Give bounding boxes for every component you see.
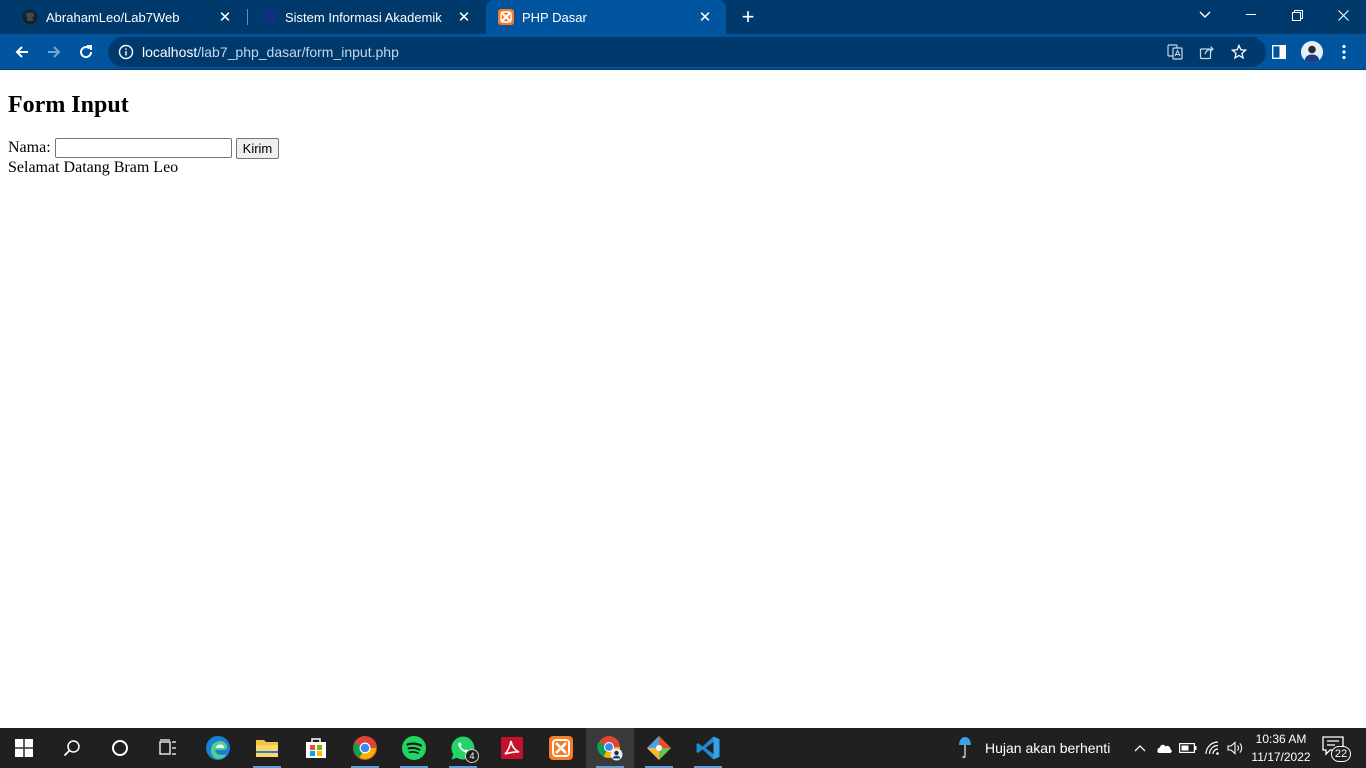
notification-count-badge: 22 [1331, 746, 1351, 762]
clock[interactable]: 10:36 AM 11/17/2022 [1246, 730, 1316, 766]
name-input[interactable] [54, 138, 232, 158]
url-host: localhost [142, 44, 198, 60]
whatsapp-app[interactable]: 4 [439, 728, 487, 768]
reload-icon [80, 45, 93, 59]
tray-overflow-button[interactable] [1130, 738, 1150, 758]
github-icon [22, 9, 38, 25]
clock-time: 10:36 AM [1255, 732, 1307, 746]
bookmark-star-icon[interactable] [1230, 43, 1248, 61]
spotify-app[interactable] [390, 728, 438, 768]
university-icon [261, 9, 277, 25]
cloud-icon [1157, 744, 1172, 753]
cortana-icon [112, 740, 128, 756]
start-icon [15, 739, 33, 757]
url-path: /lab7_php_dasar/form_input.php [197, 44, 399, 60]
translate-icon[interactable] [1166, 43, 1184, 61]
arrow-left-icon [15, 46, 28, 58]
chrome-profile-icon [597, 736, 623, 761]
acrobat-icon [501, 737, 523, 759]
new-tab-button[interactable]: + [736, 4, 760, 29]
volume-button[interactable] [1226, 738, 1246, 758]
vscode-icon [696, 736, 720, 760]
cortana-button[interactable] [96, 728, 144, 768]
file-explorer-icon [256, 740, 278, 757]
xampp-app[interactable] [537, 728, 585, 768]
start-button[interactable] [0, 728, 48, 768]
chrome-icon [353, 736, 377, 760]
speaker-icon [1227, 741, 1243, 755]
search-button[interactable] [48, 728, 96, 768]
wifi-icon [1205, 741, 1219, 755]
notification-badge: 4 [465, 749, 479, 763]
chevron-down-icon [1199, 11, 1211, 18]
web-page: Form Input Nama: Kirim Selamat Datang Br… [0, 71, 1366, 728]
edge-app[interactable] [194, 728, 242, 768]
clock-date: 11/17/2022 [1251, 750, 1311, 764]
edge-icon [206, 736, 230, 760]
share-icon[interactable] [1198, 43, 1216, 61]
side-panel-icon[interactable] [1269, 42, 1289, 62]
tab-separator [247, 9, 248, 25]
avatar[interactable] [1301, 41, 1323, 63]
input-form: Nama: Kirim [8, 137, 280, 159]
minimize-button[interactable] [1228, 0, 1274, 30]
forward-button[interactable] [40, 38, 68, 66]
onedrive-button[interactable] [1154, 738, 1174, 758]
task-view-button[interactable] [144, 728, 192, 768]
tab-search-button[interactable] [1182, 0, 1228, 30]
chevron-up-icon [1134, 745, 1146, 752]
battery-icon [1179, 743, 1197, 753]
tab-label: Sistem Informasi Akademik [285, 9, 442, 25]
git-app[interactable] [635, 728, 683, 768]
close-icon[interactable]: ✕ [216, 8, 234, 26]
tab-php-dasar[interactable]: PHP Dasar ✕ [486, 0, 726, 34]
spotify-icon [402, 736, 426, 760]
git-icon [647, 736, 671, 760]
browser-title-bar: AbrahamLeo/Lab7Web ✕ Sistem Informasi Ak… [0, 0, 1366, 34]
weather-text: Hujan akan berhenti [985, 740, 1111, 756]
acrobat-app[interactable] [488, 728, 536, 768]
name-label: Nama: [8, 139, 51, 156]
greeting-text: Selamat Datang Bram Leo [8, 159, 179, 176]
weather-widget[interactable]: Hujan akan berhenti [955, 728, 1110, 768]
xampp-icon [549, 736, 573, 760]
close-icon[interactable]: ✕ [696, 8, 714, 26]
umbrella-icon [955, 736, 975, 760]
close-icon[interactable]: ✕ [455, 8, 473, 26]
tab-sistem-informasi-akademik[interactable]: Sistem Informasi Akademik ✕ [249, 0, 485, 34]
task-view-icon [159, 739, 176, 755]
restore-button[interactable] [1274, 0, 1320, 30]
minimize-icon [1246, 14, 1256, 15]
search-icon [63, 740, 80, 757]
reload-button[interactable] [72, 38, 100, 66]
ms-store-icon [306, 738, 326, 758]
tab-github[interactable]: AbrahamLeo/Lab7Web ✕ [10, 0, 246, 34]
more-menu-icon[interactable] [1334, 42, 1354, 62]
network-button[interactable] [1203, 738, 1223, 758]
chrome-app[interactable] [341, 728, 389, 768]
microsoft-store-app[interactable] [292, 728, 340, 768]
restore-icon [1291, 9, 1303, 21]
chrome-profile-app[interactable] [586, 728, 634, 768]
page-title: Form Input [8, 92, 129, 118]
address-bar[interactable]: localhost/lab7_php_dasar/form_input.php [108, 37, 1266, 67]
browser-toolbar: localhost/lab7_php_dasar/form_input.php [0, 34, 1366, 70]
xampp-icon [498, 9, 514, 25]
vscode-app[interactable] [684, 728, 732, 768]
info-icon[interactable] [118, 44, 134, 60]
close-icon [1337, 9, 1349, 21]
file-explorer-app[interactable] [243, 728, 291, 768]
window-close-button[interactable] [1320, 0, 1366, 30]
tab-label: AbrahamLeo/Lab7Web [46, 9, 180, 25]
tab-label: PHP Dasar [522, 9, 587, 25]
arrow-right-icon [48, 46, 61, 58]
back-button[interactable] [8, 38, 36, 66]
windows-taskbar: 4 Hujan akan berhenti 10:36 AM 11/17/202… [0, 728, 1366, 768]
submit-button[interactable]: Kirim [235, 137, 280, 159]
battery-button[interactable] [1178, 738, 1198, 758]
url-text[interactable]: localhost/lab7_php_dasar/form_input.php [142, 44, 399, 60]
